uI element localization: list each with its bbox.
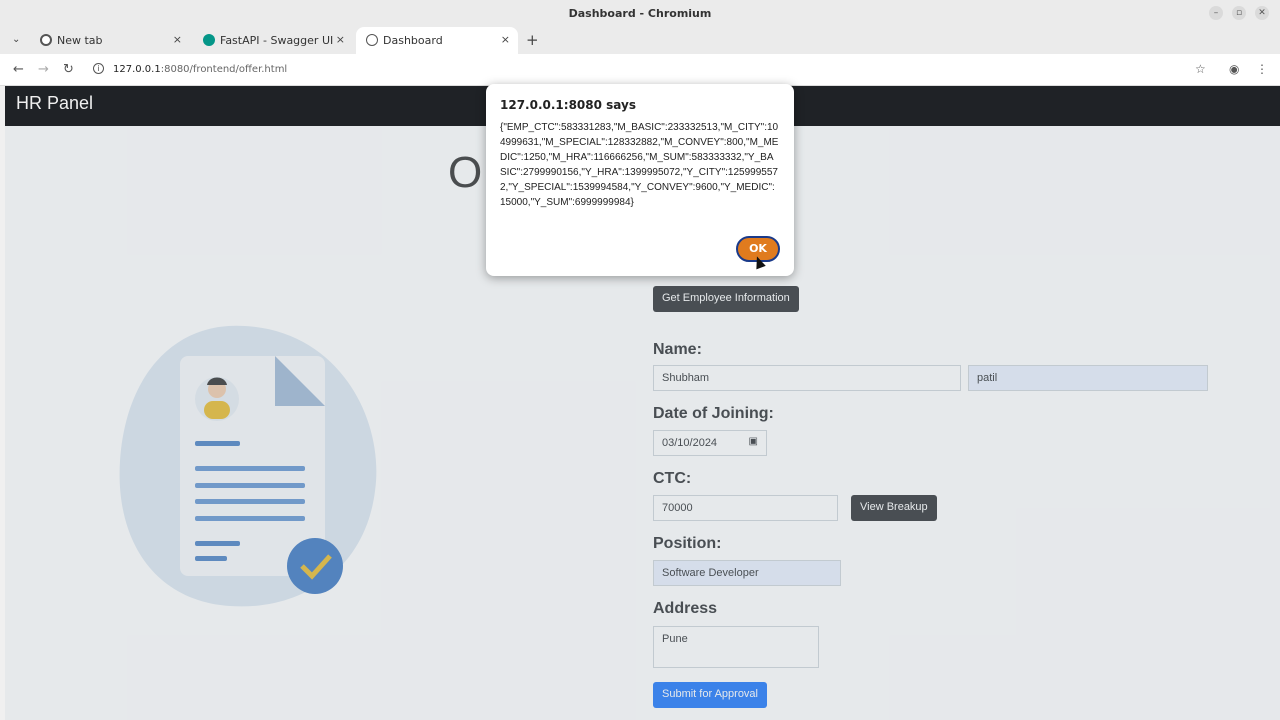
tab-new-tab[interactable]: New tab × (30, 27, 190, 54)
alert-message: {"EMP_CTC":583331283,"M_BASIC":233332513… (500, 122, 779, 208)
minimize-button[interactable]: – (1209, 6, 1223, 20)
maximize-button[interactable]: ▫ (1232, 6, 1246, 20)
tab-label: Dashboard (383, 34, 443, 47)
close-tab-icon[interactable]: × (501, 33, 510, 46)
tab-strip: New tab × FastAPI - Swagger UI × Dashboa… (0, 27, 1280, 54)
back-icon[interactable]: ← (13, 62, 24, 77)
alert-title: 127.0.0.1:8080 says (500, 98, 636, 112)
tab-label: New tab (57, 34, 103, 47)
bookmark-star-icon[interactable]: ☆ (1195, 62, 1206, 76)
close-tab-icon[interactable]: × (336, 33, 345, 46)
window-titlebar: Dashboard - Chromium – ▫ ✕ (0, 0, 1280, 27)
site-info-icon[interactable]: i (93, 63, 104, 74)
browser-toolbar: ← → ↻ i 127.0.0.1:8080/frontend/offer.ht… (0, 54, 1280, 86)
new-tab-button[interactable]: + (526, 31, 539, 49)
url-host: 127.0.0.1 (113, 64, 161, 75)
address-bar[interactable]: 127.0.0.1:8080/frontend/offer.html (113, 64, 287, 75)
chrome-icon (40, 34, 52, 46)
tab-label: FastAPI - Swagger UI (220, 34, 334, 47)
close-tab-icon[interactable]: × (173, 33, 182, 46)
close-window-button[interactable]: ✕ (1255, 6, 1269, 20)
url-path: :8080/frontend/offer.html (160, 64, 288, 75)
tab-search-icon[interactable]: ⌄ (12, 34, 20, 45)
tab-swagger[interactable]: FastAPI - Swagger UI × (193, 27, 353, 54)
menu-icon[interactable]: ⋮ (1256, 62, 1268, 76)
tab-dashboard[interactable]: Dashboard × (356, 27, 518, 54)
profile-icon[interactable]: ◉ (1229, 62, 1239, 76)
window-title: Dashboard - Chromium (568, 7, 712, 20)
forward-icon[interactable]: → (38, 62, 49, 77)
fastapi-icon (203, 34, 215, 46)
reload-icon[interactable]: ↻ (63, 62, 74, 77)
alert-dialog: 127.0.0.1:8080 says {"EMP_CTC":583331283… (486, 84, 794, 276)
globe-icon (366, 34, 378, 46)
